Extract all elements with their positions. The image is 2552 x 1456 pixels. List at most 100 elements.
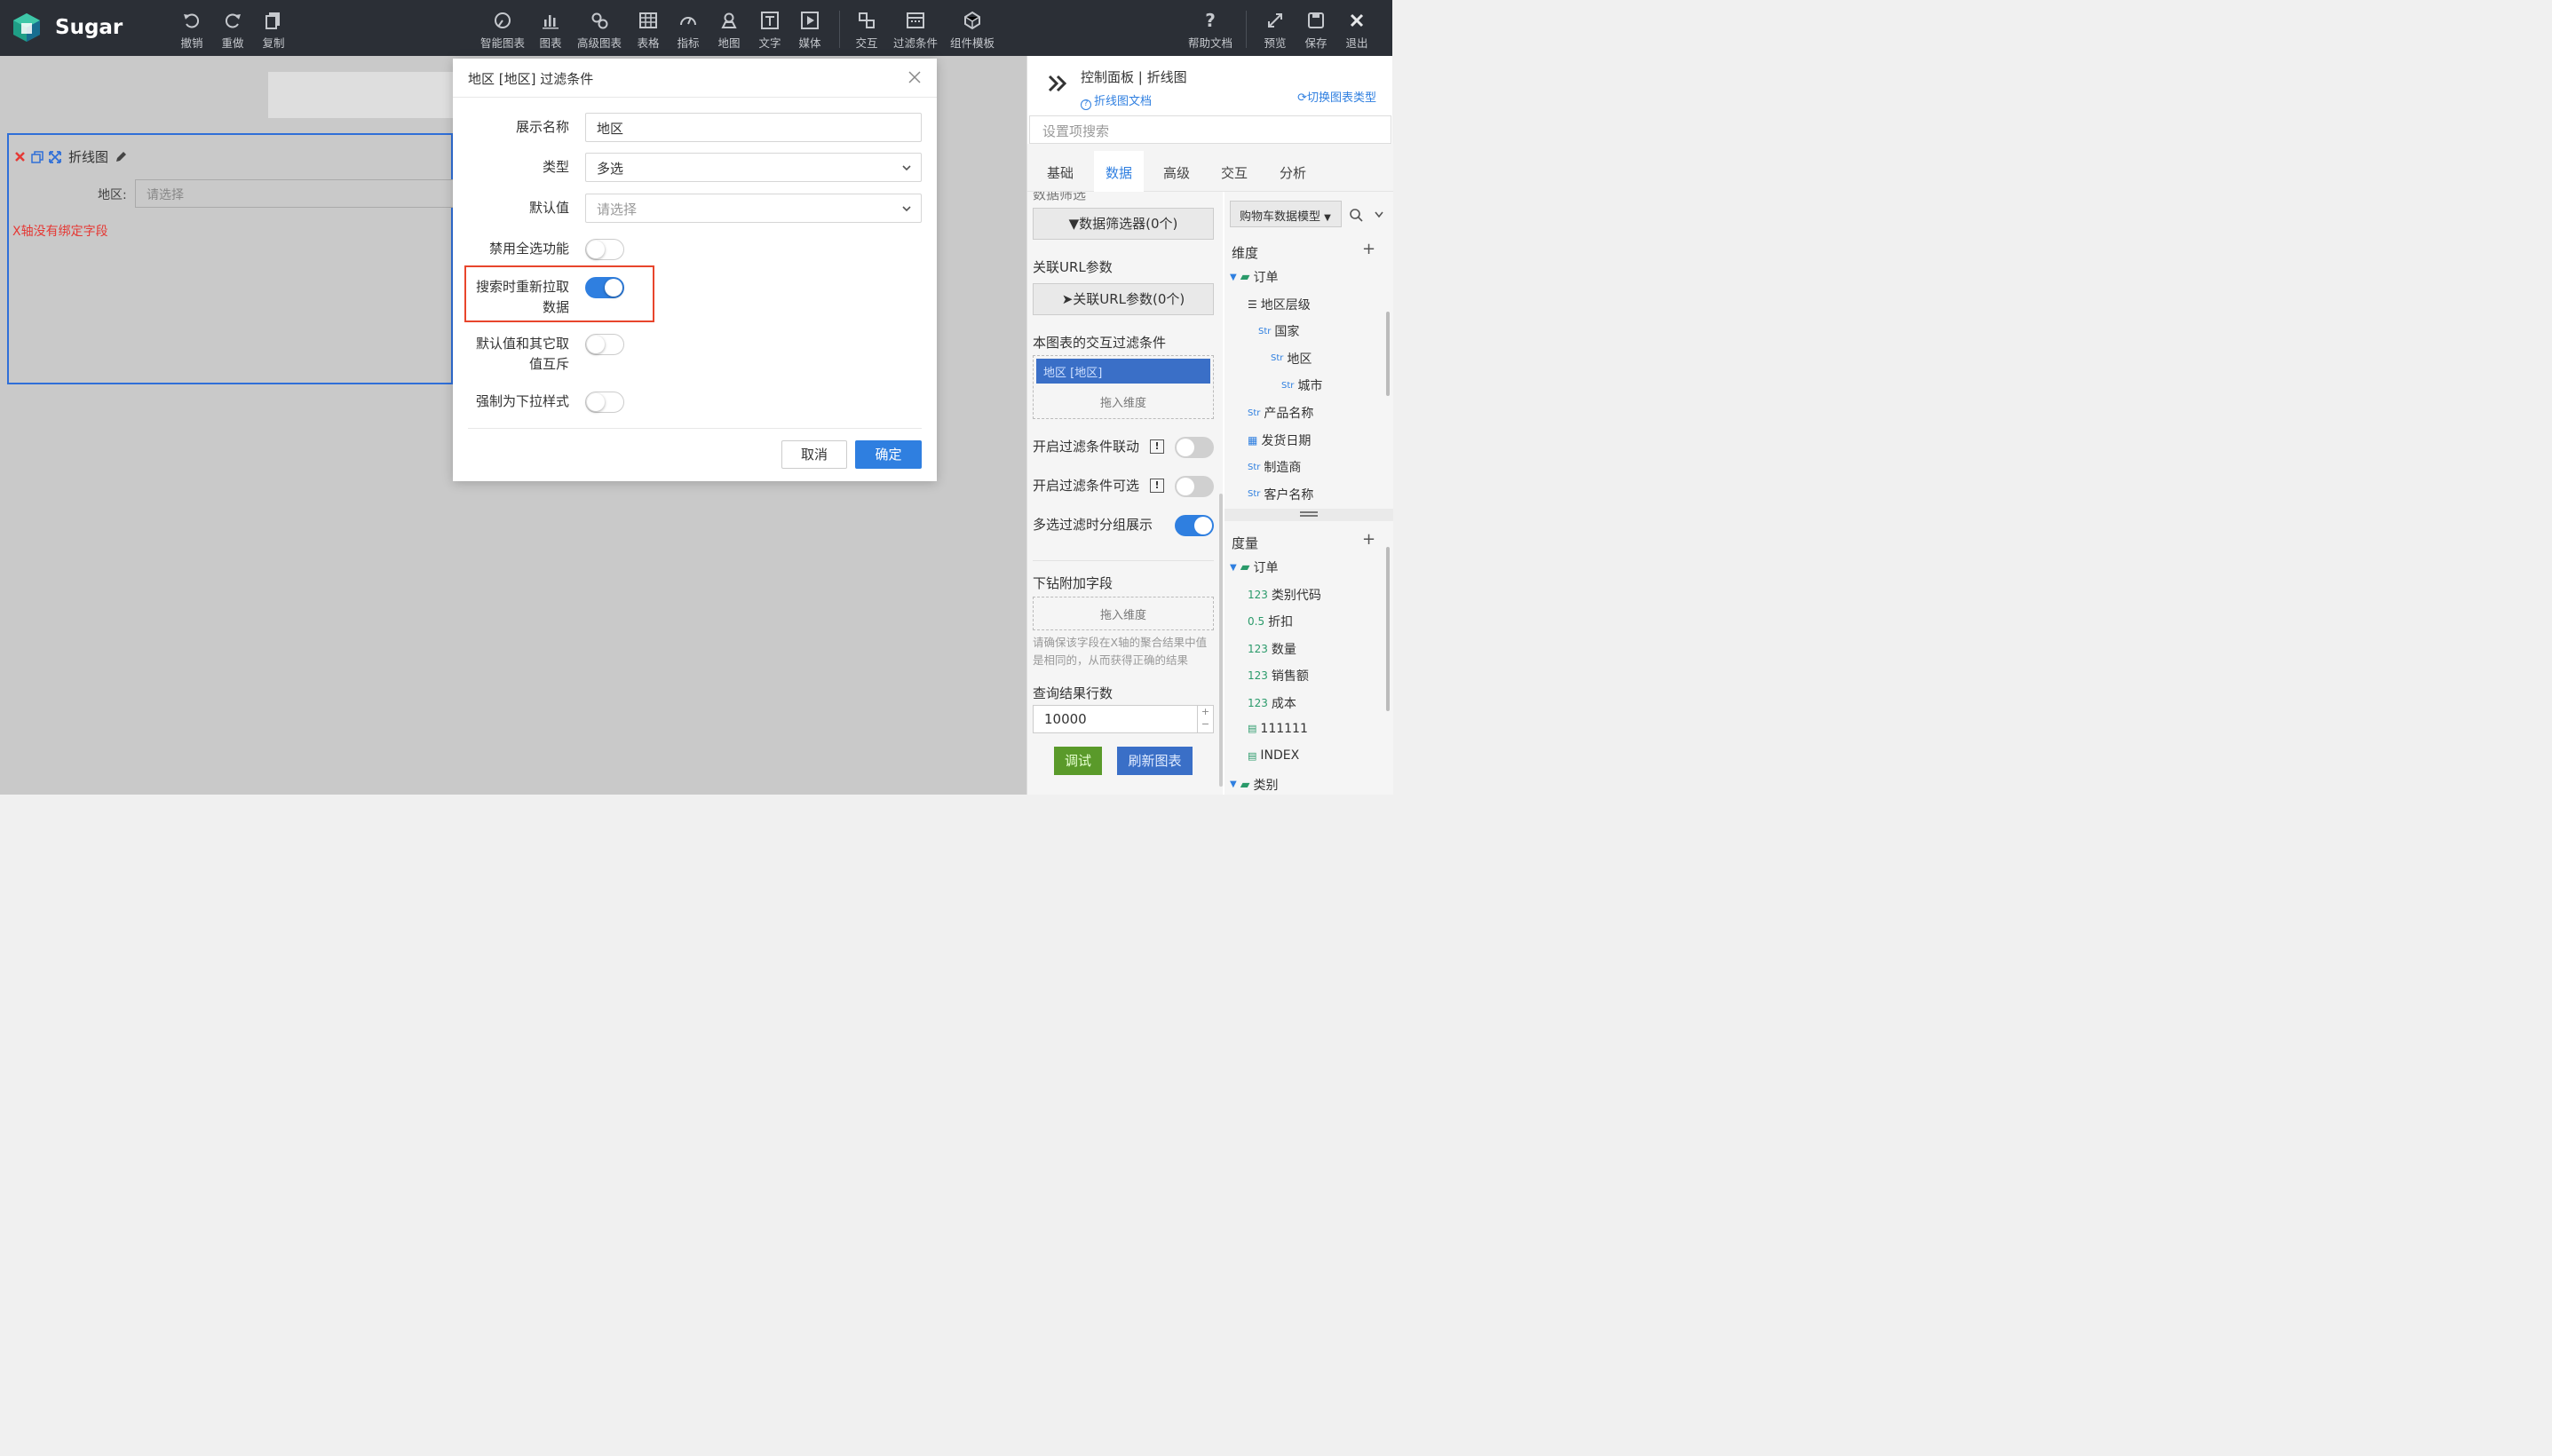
dialog-close-icon[interactable] — [907, 69, 923, 85]
dimension-item[interactable]: Str 客户名称 — [1248, 486, 1313, 503]
result-rows-input[interactable]: 10000 + − — [1033, 705, 1214, 733]
widget-error-message: X轴没有绑定字段 — [12, 225, 108, 239]
save-icon — [1308, 12, 1324, 28]
media-button[interactable]: 媒体 — [785, 7, 835, 51]
measure-item[interactable]: 123 销售额 — [1248, 667, 1309, 684]
measure-item[interactable]: ▼ ▰ 类别 — [1230, 776, 1278, 794]
close-icon — [1350, 13, 1364, 28]
send-icon: ➤ — [1061, 291, 1074, 307]
chart-doc-link[interactable]: ? 折线图文档 — [1081, 91, 1152, 110]
warning-icon: ! — [1150, 439, 1164, 454]
chevron-down-icon[interactable] — [1374, 210, 1384, 219]
tab-interaction[interactable]: 交互 — [1221, 163, 1248, 182]
numeric-type-icon: 0.5 — [1248, 615, 1265, 629]
search-icon[interactable] — [1349, 208, 1363, 222]
measure-item[interactable]: ▤ 111111 — [1248, 722, 1308, 736]
canvas-banner — [268, 72, 464, 118]
chart-button[interactable]: 图表 — [526, 7, 575, 51]
measure-item[interactable]: 123 成本 — [1248, 694, 1296, 712]
data-model-select[interactable]: 购物车数据模型 ▼ — [1230, 201, 1342, 227]
smart-chart-button[interactable]: 智能图表 — [478, 7, 527, 51]
undo-icon — [184, 13, 199, 28]
duplicate-icon[interactable] — [31, 150, 44, 163]
collapse-panel-icon[interactable] — [1047, 74, 1068, 93]
chevron-down-icon — [902, 206, 911, 212]
measure-item[interactable]: ▼ ▰ 订单 — [1230, 558, 1278, 576]
switch-chart-type-link[interactable]: ⟳切换图表类型 — [1297, 88, 1376, 105]
expand-arrows-icon[interactable] — [49, 150, 61, 163]
number-stepper[interactable]: + − — [1197, 706, 1213, 732]
multi-group-toggle[interactable] — [1175, 515, 1214, 536]
advanced-chart-button[interactable]: 高级图表 — [575, 7, 624, 51]
info-circle-icon: ? — [1081, 99, 1091, 110]
display-name-input[interactable]: 地区 — [585, 113, 922, 142]
force-dropdown-toggle[interactable] — [585, 392, 624, 413]
mutex-label-line1: 默认值和其它取 — [475, 336, 569, 352]
measure-item[interactable]: ▤ INDEX — [1248, 748, 1299, 763]
folder-icon: ▰ — [1240, 777, 1250, 792]
dimension-item[interactable]: Str 城市 — [1281, 376, 1322, 394]
dimension-item[interactable]: Str 制造商 — [1248, 458, 1301, 476]
line-chart-widget[interactable]: 折线图 地区: 请选择 X轴没有绑定字段 — [7, 133, 455, 384]
measure-scrollbar[interactable] — [1386, 547, 1390, 711]
table-icon — [639, 12, 657, 28]
widget-filter-select[interactable]: 请选择 — [135, 179, 455, 208]
add-measure-icon[interactable]: + — [1362, 530, 1375, 549]
mutex-toggle[interactable] — [585, 334, 624, 355]
copy-button[interactable]: 复制 — [249, 7, 298, 51]
data-settings-column: 数据筛选 ▼数据筛选器(0个) 关联URL参数 ➤关联URL参数(0个) 本图表… — [1027, 192, 1223, 795]
help-docs-button[interactable]: ? 帮助文档 — [1185, 7, 1235, 51]
dimension-item[interactable]: Str 产品名称 — [1248, 404, 1313, 422]
cube-icon — [964, 11, 980, 30]
refetch-on-search-toggle[interactable] — [585, 277, 624, 298]
filter-selectable-toggle[interactable] — [1175, 476, 1214, 497]
brand-name: Sugar — [55, 16, 123, 39]
mutex-label-line2: 值互斥 — [528, 356, 569, 372]
dimension-scrollbar[interactable] — [1386, 312, 1390, 396]
drop-dimension-hint: 拖入维度 — [1099, 397, 1146, 410]
dimension-item[interactable]: ▼ ▰ 订单 — [1230, 268, 1278, 286]
cancel-button[interactable]: 取消 — [781, 440, 847, 469]
chevron-down-icon — [902, 165, 911, 171]
confirm-button[interactable]: 确定 — [855, 440, 922, 469]
debug-button[interactable]: 调试 — [1054, 747, 1102, 775]
expand-icon — [1268, 13, 1282, 28]
refresh-chart-button[interactable]: 刷新图表 — [1117, 747, 1193, 775]
type-select[interactable]: 多选 — [585, 153, 922, 182]
add-dimension-icon[interactable]: + — [1362, 240, 1375, 258]
interaction-button[interactable]: 交互 — [842, 7, 892, 51]
splitter-handle[interactable] — [1224, 509, 1393, 521]
settings-search-input[interactable]: 设置项搜索 — [1029, 115, 1391, 144]
tab-advanced[interactable]: 高级 — [1163, 163, 1190, 182]
tab-analysis[interactable]: 分析 — [1280, 163, 1306, 182]
measure-item[interactable]: 123 类别代码 — [1248, 586, 1321, 604]
default-value-select[interactable]: 请选择 — [585, 194, 922, 223]
filter-condition-button[interactable]: 过滤条件 — [891, 7, 940, 51]
expand-chevron-icon: ▼ — [1230, 272, 1237, 282]
delete-icon[interactable] — [14, 151, 26, 162]
multi-group-label: 多选过滤时分组展示 — [1033, 517, 1153, 533]
disable-select-all-toggle[interactable] — [585, 239, 624, 260]
tab-data[interactable]: 数据 — [1106, 163, 1132, 182]
grip-lines-icon — [1300, 511, 1318, 517]
url-param-button[interactable]: ➤关联URL参数(0个) — [1033, 283, 1214, 315]
dimension-item[interactable]: Str 地区 — [1271, 350, 1312, 368]
sugar-logo-icon — [12, 12, 41, 43]
dimension-item[interactable]: Str 国家 — [1258, 322, 1299, 340]
calendar-icon: ▦ — [1248, 433, 1258, 447]
filter-linkage-toggle[interactable] — [1175, 437, 1214, 458]
tab-basic[interactable]: 基础 — [1047, 163, 1074, 182]
dimension-item[interactable]: ▦ 发货日期 — [1248, 431, 1311, 449]
force-dropdown-label: 强制为下拉样式 — [475, 393, 569, 409]
numeric-type-icon: 123 — [1248, 669, 1268, 683]
measure-item[interactable]: 0.5 折扣 — [1248, 613, 1293, 630]
filter-chip[interactable]: 地区 [地区] — [1036, 359, 1210, 384]
field-list-column: 购物车数据模型 ▼ 维度 + ▼ ▰ 订单 ☰ 地区层级 Str 国家 Str 地区 Str 城市 S… — [1224, 192, 1393, 795]
data-filter-button[interactable]: ▼数据筛选器(0个) — [1033, 208, 1214, 240]
exit-button[interactable]: 退出 — [1332, 7, 1382, 51]
measure-item[interactable]: 123 数量 — [1248, 640, 1296, 658]
component-template-button[interactable]: 组件模板 — [947, 7, 997, 51]
left-scrollbar[interactable] — [1219, 494, 1223, 787]
dimension-item[interactable]: ☰ 地区层级 — [1248, 296, 1311, 313]
pencil-icon[interactable] — [114, 150, 128, 164]
